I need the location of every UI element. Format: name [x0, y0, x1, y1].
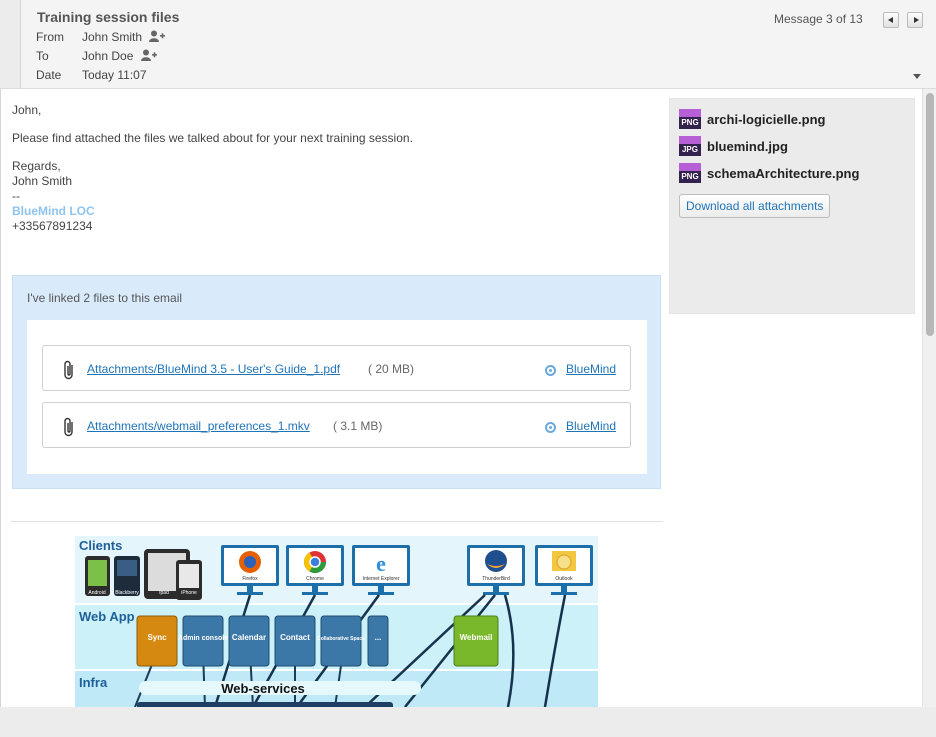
paperclip-icon: [63, 360, 75, 383]
svg-text:Contact: Contact: [280, 633, 310, 642]
svg-text:Firefox: Firefox: [242, 576, 258, 582]
section-label-webapp: Web App: [79, 609, 135, 624]
sender-name: John Smith: [12, 174, 73, 188]
jpg-file-icon: JPG: [679, 136, 701, 156]
provider-link[interactable]: BlueMind: [566, 362, 616, 376]
message-body: John, Please find attached the files we …: [0, 89, 922, 707]
closing: Regards,: [12, 159, 61, 173]
linked-files-title: I've linked 2 files to this email: [27, 291, 183, 305]
scrollbar-thumb[interactable]: [926, 93, 934, 336]
message-counter: Message 3 of 13: [774, 12, 863, 26]
svg-text:Admin console: Admin console: [178, 635, 228, 642]
from-value[interactable]: John Smith: [82, 30, 142, 44]
svg-text:iPhone: iPhone: [181, 590, 197, 596]
to-value[interactable]: John Doe: [82, 49, 133, 63]
greeting: John,: [12, 103, 42, 117]
linked-file-item: Attachments/BlueMind 3.5 - User's Guide_…: [42, 345, 631, 391]
svg-text:Collaborative Space: Collaborative Space: [317, 636, 365, 642]
divider: [11, 521, 663, 522]
message-subject: Training session files: [37, 9, 180, 25]
chevron-left-icon: [888, 17, 893, 23]
message-header: Training session files From John Smith To…: [20, 0, 936, 89]
provider-link[interactable]: BlueMind: [566, 419, 616, 433]
svg-text:Calendar: Calendar: [232, 633, 266, 642]
previous-message-button[interactable]: [883, 12, 899, 28]
linked-files-box: I've linked 2 files to this email Attach…: [12, 275, 661, 489]
svg-text:Outlook: Outlook: [555, 576, 573, 582]
attachments-panel: PNG archi-logicielle.png JPG bluemind.jp…: [669, 98, 915, 314]
footer-bar: [0, 707, 936, 737]
from-row: From John Smith: [36, 30, 166, 45]
svg-text:Webmail: Webmail: [460, 633, 493, 642]
linked-file-size: ( 3.1 MB): [333, 419, 383, 433]
svg-text:Blackberry: Blackberry: [115, 590, 139, 596]
bluemind-icon: [545, 365, 556, 376]
date-row: Date Today 11:07: [36, 68, 147, 82]
expand-header-icon[interactable]: [913, 74, 921, 79]
to-label: To: [36, 49, 49, 63]
png-file-icon: PNG: [679, 109, 701, 129]
next-message-button[interactable]: [907, 12, 923, 28]
linked-file-link[interactable]: Attachments/BlueMind 3.5 - User's Guide_…: [87, 362, 340, 376]
linked-file-size: ( 20 MB): [368, 362, 415, 376]
attachment-name[interactable]: archi-logicielle.png: [707, 112, 825, 127]
signature-separator: --: [12, 189, 20, 203]
section-label-clients: Clients: [79, 538, 122, 553]
add-contact-icon[interactable]: [140, 49, 157, 64]
svg-text:e: e: [376, 551, 386, 576]
vertical-scrollbar[interactable]: [922, 89, 936, 707]
signature-phone: +33567891234: [12, 219, 93, 233]
architecture-diagram-image: Clients Web App Infra Android Blackberry…: [75, 536, 598, 707]
png-file-icon: PNG: [679, 163, 701, 183]
date-label: Date: [36, 68, 62, 82]
chevron-right-icon: [914, 17, 919, 23]
web-services-label: Web-services: [221, 681, 305, 696]
svg-text:ThunderBird: ThunderBird: [482, 576, 510, 582]
download-all-button[interactable]: Download all attachments: [679, 194, 831, 218]
svg-text:Sync: Sync: [147, 633, 167, 642]
linked-file-link[interactable]: Attachments/webmail_preferences_1.mkv: [87, 419, 310, 433]
message-text: John, Please find attached the files we …: [12, 103, 652, 234]
section-label-infra: Infra: [79, 675, 108, 690]
date-value: Today 11:07: [82, 68, 147, 82]
from-label: From: [36, 30, 64, 44]
svg-text:...: ...: [375, 633, 382, 642]
linked-file-item: Attachments/webmail_preferences_1.mkv ( …: [42, 402, 631, 448]
svg-text:Chrome: Chrome: [306, 576, 324, 582]
attachment-name[interactable]: schemaArchitecture.png: [707, 166, 859, 181]
paperclip-icon: [63, 417, 75, 440]
body-paragraph: Please find attached the files we talked…: [12, 131, 413, 145]
to-row: To John Doe: [36, 49, 157, 64]
bluemind-icon: [545, 422, 556, 433]
left-strip: [0, 0, 20, 89]
attachment-name[interactable]: bluemind.jpg: [707, 139, 788, 154]
add-contact-icon[interactable]: [149, 30, 166, 45]
svg-text:Android: Android: [88, 590, 105, 596]
linked-files-list: Attachments/BlueMind 3.5 - User's Guide_…: [27, 320, 647, 474]
signature-company: BlueMind LOC: [12, 204, 95, 218]
svg-text:Ipad: Ipad: [159, 590, 169, 596]
svg-text:Internet Explorer: Internet Explorer: [363, 576, 400, 582]
